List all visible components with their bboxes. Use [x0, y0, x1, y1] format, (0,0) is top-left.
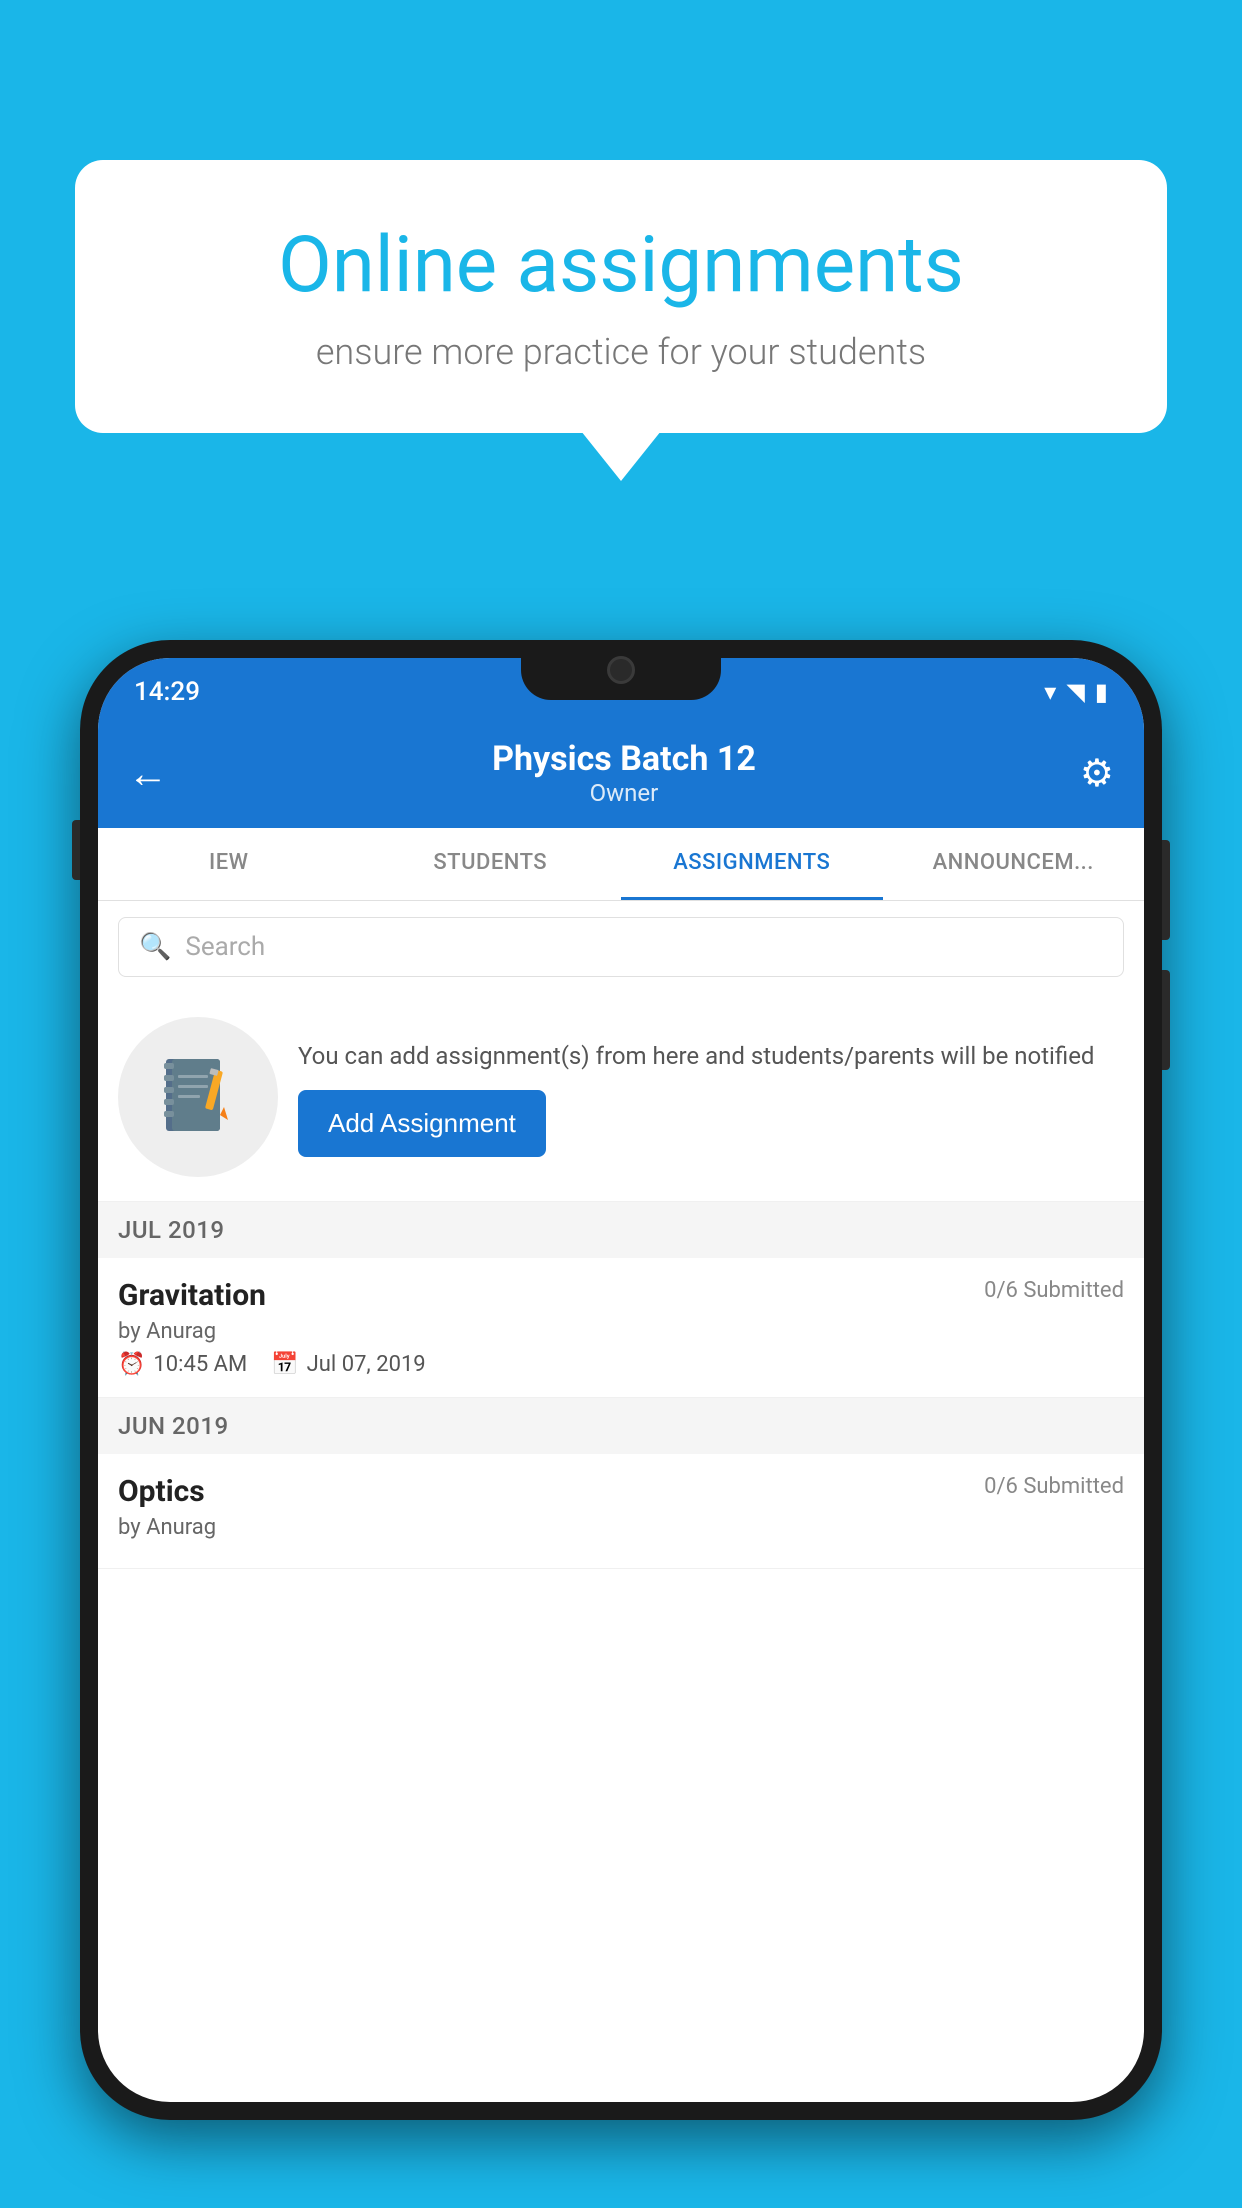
promo-text: You can add assignment(s) from here and …	[298, 1038, 1124, 1074]
tab-iew[interactable]: IEW	[98, 828, 360, 900]
header-title: Physics Batch 12	[492, 739, 756, 779]
assignment-optics[interactable]: Optics 0/6 Submitted by Anurag	[98, 1454, 1144, 1569]
header-title-group: Physics Batch 12 Owner	[492, 739, 756, 807]
search-input-wrapper[interactable]: 🔍 Search	[118, 917, 1124, 977]
assignment-gravitation[interactable]: Gravitation 0/6 Submitted by Anurag ⏰ 10…	[98, 1258, 1144, 1398]
tab-assignments[interactable]: ASSIGNMENTS	[621, 828, 883, 900]
assignment-submitted: 0/6 Submitted	[984, 1278, 1124, 1303]
settings-icon[interactable]: ⚙	[1080, 751, 1114, 796]
calendar-icon: 📅	[271, 1352, 298, 1377]
speech-bubble-subtitle: ensure more practice for your students	[145, 331, 1097, 373]
back-button[interactable]: ←	[128, 750, 168, 797]
assignment-optics-header-row: Optics 0/6 Submitted	[118, 1474, 1124, 1509]
assignment-date: 📅 Jul 07, 2019	[271, 1352, 425, 1377]
search-icon: 🔍	[139, 932, 171, 962]
signal-icon: ◥	[1066, 678, 1084, 706]
volume-button	[72, 820, 80, 880]
phone-screen: 14:29 ▾ ◥ ▮ ← Physics Batch 12 Owner ⚙	[98, 658, 1144, 2102]
date-value: Jul 07, 2019	[307, 1352, 426, 1377]
section-jul-2019: JUL 2019	[98, 1202, 1144, 1258]
status-icons: ▾ ◥ ▮	[1044, 678, 1108, 706]
assignment-optics-submitted: 0/6 Submitted	[984, 1474, 1124, 1499]
assignment-time: ⏰ 10:45 AM	[118, 1352, 247, 1377]
app-header: ← Physics Batch 12 Owner ⚙	[98, 718, 1144, 828]
header-subtitle: Owner	[492, 779, 756, 807]
assignment-optics-author: by Anurag	[118, 1515, 1124, 1540]
search-container: 🔍 Search	[98, 901, 1144, 993]
power-button	[1162, 840, 1170, 940]
speech-bubble-area: Online assignments ensure more practice …	[75, 160, 1167, 433]
promo-right: You can add assignment(s) from here and …	[298, 1038, 1124, 1157]
assignment-name: Gravitation	[118, 1278, 266, 1313]
time-value: 10:45 AM	[153, 1352, 247, 1377]
phone-notch	[521, 640, 721, 700]
search-placeholder: Search	[185, 932, 265, 962]
volume-down-button	[1162, 970, 1170, 1070]
phone-container: 14:29 ▾ ◥ ▮ ← Physics Batch 12 Owner ⚙	[80, 640, 1162, 2208]
notebook-icon	[158, 1055, 238, 1140]
assignment-header-row: Gravitation 0/6 Submitted	[118, 1278, 1124, 1313]
assignment-author: by Anurag	[118, 1319, 1124, 1344]
tabs-bar: IEW STUDENTS ASSIGNMENTS ANNOUNCEM...	[98, 828, 1144, 901]
wifi-icon: ▾	[1044, 678, 1056, 706]
phone-frame: 14:29 ▾ ◥ ▮ ← Physics Batch 12 Owner ⚙	[80, 640, 1162, 2120]
speech-bubble: Online assignments ensure more practice …	[75, 160, 1167, 433]
battery-icon: ▮	[1095, 678, 1108, 706]
section-jun-2019: JUN 2019	[98, 1398, 1144, 1454]
speech-bubble-title: Online assignments	[145, 220, 1097, 311]
add-assignment-promo: You can add assignment(s) from here and …	[98, 993, 1144, 1202]
status-time: 14:29	[134, 677, 200, 707]
promo-icon-circle	[118, 1017, 278, 1177]
tab-announcements[interactable]: ANNOUNCEM...	[883, 828, 1145, 900]
assignment-meta: ⏰ 10:45 AM 📅 Jul 07, 2019	[118, 1352, 1124, 1377]
add-assignment-button[interactable]: Add Assignment	[298, 1090, 546, 1157]
assignment-optics-name: Optics	[118, 1474, 205, 1509]
front-camera	[607, 656, 635, 684]
clock-icon: ⏰	[118, 1352, 145, 1377]
tab-students[interactable]: STUDENTS	[360, 828, 622, 900]
